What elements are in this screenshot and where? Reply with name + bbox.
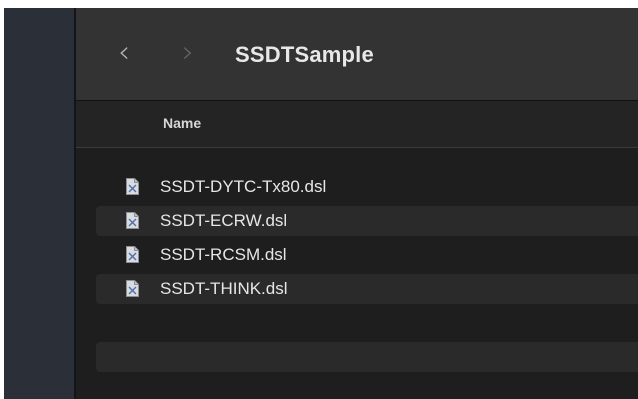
- file-row[interactable]: SSDT-DYTC-Tx80.dsl: [96, 172, 638, 202]
- file-name: SSDT-RCSM.dsl: [160, 245, 287, 264]
- chevron-right-icon: ›: [182, 35, 194, 70]
- document-icon: [126, 178, 139, 195]
- chevron-left-icon: ‹: [118, 35, 130, 70]
- file-row[interactable]: SSDT-THINK.dsl: [96, 274, 638, 304]
- file-row[interactable]: SSDT-ECRW.dsl: [96, 206, 638, 236]
- empty-row: [96, 308, 638, 338]
- column-header-row: Name: [76, 101, 638, 148]
- column-header-name[interactable]: Name: [163, 115, 201, 131]
- document-icon: [126, 246, 139, 263]
- document-icon: [126, 280, 139, 297]
- back-button[interactable]: ‹: [114, 38, 134, 68]
- forward-button[interactable]: ›: [178, 38, 198, 68]
- toolbar: ‹ › SSDTSample: [76, 8, 638, 101]
- file-name: SSDT-THINK.dsl: [160, 279, 288, 298]
- file-name: SSDT-DYTC-Tx80.dsl: [160, 177, 327, 196]
- file-name: SSDT-ECRW.dsl: [160, 211, 288, 230]
- finder-window: ‹ › SSDTSample Name SSDT-DYTC-Tx80.dsl S…: [4, 8, 638, 399]
- document-icon: [126, 212, 139, 229]
- sidebar: [4, 8, 76, 399]
- file-row[interactable]: SSDT-RCSM.dsl: [96, 240, 638, 270]
- file-list: SSDT-DYTC-Tx80.dsl SSDT-ECRW.dsl SSDT-RC…: [76, 148, 638, 399]
- empty-row: [96, 342, 638, 372]
- window-title: SSDTSample: [235, 42, 374, 67]
